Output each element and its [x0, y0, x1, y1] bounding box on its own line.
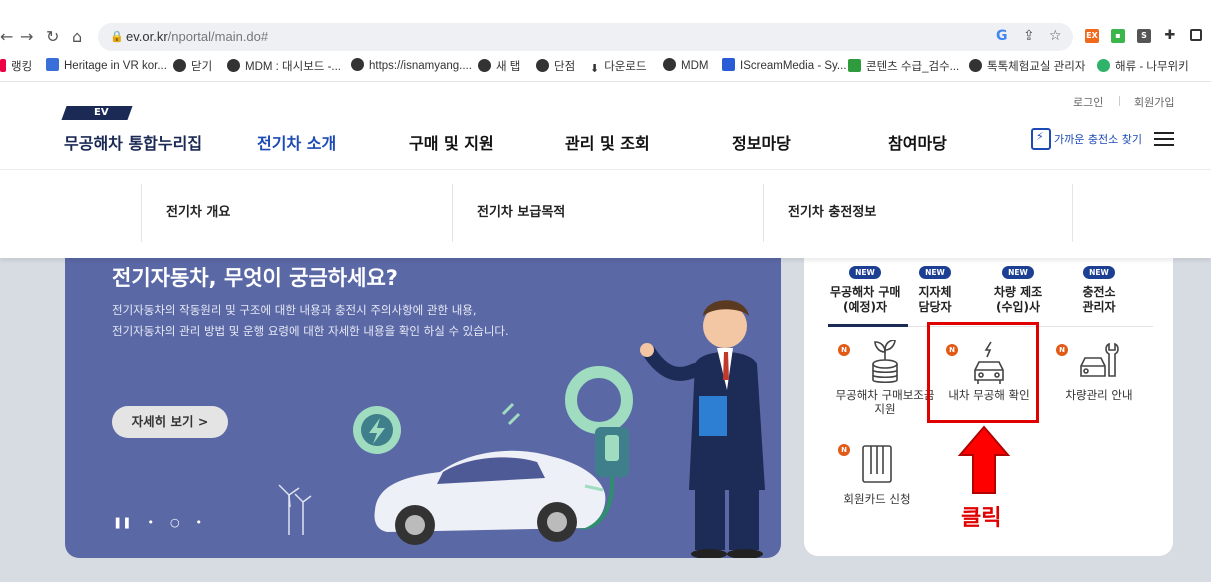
ev-illustration — [278, 300, 765, 558]
menu-icon[interactable] — [1154, 132, 1174, 146]
extension-green-icon[interactable]: ▪ — [1111, 29, 1125, 43]
banner-pager: ❚❚ • ○ • — [113, 516, 218, 529]
tab-buyer[interactable]: NEW 무공해차 구매 (예정)자 — [830, 266, 900, 315]
back-icon[interactable]: ← — [0, 27, 13, 47]
extension-s-icon[interactable]: S — [1137, 29, 1151, 43]
bookmark-item[interactable]: 톡톡체험교실 관리자 — [969, 58, 1085, 74]
submenu-item-charging[interactable]: 전기차 충전정보 — [788, 201, 876, 220]
gnb-item-participate[interactable]: 참여마당 — [888, 130, 947, 154]
bookmark-item[interactable]: 해류 - 나무위키 — [1097, 58, 1189, 74]
bookmark-item[interactable]: https://isnamyang.... — [351, 58, 472, 72]
gnb-item-manage[interactable]: 관리 및 조회 — [565, 130, 650, 154]
n-badge: N — [838, 444, 850, 456]
bookmark-item[interactable]: MDM : 대시보드 -... — [227, 58, 341, 74]
submenu-item-purpose[interactable]: 전기차 보급목적 — [477, 201, 565, 220]
browser-chrome: ← → ↻ ⌂ 🔒 ev.or.kr/nportal/main.do# G ⇪ … — [0, 0, 1211, 82]
new-badge: NEW — [1083, 266, 1115, 279]
gnb-item-info[interactable]: 정보마당 — [732, 130, 791, 154]
bookmark-item[interactable]: Heritage in VR kor... — [46, 58, 167, 72]
signup-link[interactable]: 회원가입 — [1134, 94, 1174, 110]
logo-badge: EV — [61, 106, 133, 120]
util-divider — [1119, 96, 1120, 106]
gnb-item-purchase[interactable]: 구매 및 지원 — [409, 130, 494, 154]
n-badge: N — [838, 344, 850, 356]
new-badge: NEW — [849, 266, 881, 279]
active-tab-indicator — [828, 324, 908, 327]
login-link[interactable]: 로그인 — [1073, 94, 1103, 110]
address-bar[interactable]: 🔒 ev.or.kr/nportal/main.do# G ⇪ ☆ — [98, 23, 1073, 51]
find-charger-link[interactable]: 가까운 충전소 찾기 — [1031, 128, 1142, 150]
pause-icon[interactable]: ❚❚ — [113, 516, 131, 529]
service-vehicle-management[interactable]: N 차량관리 안내 — [1044, 340, 1154, 402]
new-badge: NEW — [1002, 266, 1034, 279]
submenu-item-overview[interactable]: 전기차 개요 — [166, 201, 230, 220]
charger-icon — [1031, 128, 1051, 150]
highlight-box — [927, 322, 1039, 423]
n-badge: N — [1056, 344, 1068, 356]
share-icon[interactable]: ⇪ — [1023, 28, 1035, 44]
pager-dot[interactable]: • — [196, 516, 203, 529]
google-icon[interactable]: G — [996, 28, 1008, 44]
url-text: ev.or.kr/nportal/main.do# — [126, 29, 269, 44]
pager-dot-active[interactable]: ○ — [170, 516, 180, 529]
service-member-card[interactable]: N 회원카드 신청 — [822, 440, 932, 506]
click-annotation-label: 클릭 — [961, 506, 1002, 531]
banner-detail-button[interactable]: 자세히 보기 > — [112, 406, 228, 438]
gnb-item-ev-intro[interactable]: 전기차 소개 — [257, 130, 336, 154]
lock-icon: 🔒 — [110, 30, 124, 43]
forward-icon[interactable]: → — [20, 27, 33, 47]
bookmark-item[interactable]: 랭킹 — [0, 58, 32, 74]
star-icon[interactable]: ☆ — [1049, 28, 1062, 44]
home-icon[interactable]: ⌂ — [72, 27, 82, 47]
bookmark-item[interactable]: 단점 — [536, 58, 575, 74]
extension-ex-icon[interactable]: EX — [1085, 29, 1099, 43]
bookmark-item[interactable]: IScreamMedia - Sy... — [722, 58, 847, 72]
coin-plant-icon — [872, 340, 898, 384]
extensions-puzzle-icon[interactable]: ✚ — [1163, 29, 1177, 43]
tab-local-gov[interactable]: NEW 지자체 담당자 — [910, 266, 960, 315]
reload-icon[interactable]: ↻ — [46, 27, 59, 47]
submenu-dropdown: 전기차 개요 전기차 보급목적 전기차 충전정보 — [0, 170, 1211, 258]
member-card-icon — [862, 445, 892, 483]
new-badge: NEW — [919, 266, 951, 279]
bookmark-item[interactable]: MDM — [663, 58, 708, 72]
bookmark-item[interactable]: 새 탭 — [478, 58, 520, 74]
car-wrench-icon — [1080, 342, 1119, 377]
bookmark-item[interactable]: ⬇ 다운로드 — [590, 58, 647, 75]
site-header: EV 무공해차 통합누리집 전기차 소개 구매 및 지원 관리 및 조회 정보마… — [0, 82, 1211, 170]
bookmarks-bar: 랭킹 Heritage in VR kor... 닫기 MDM : 대시보드 -… — [0, 56, 1211, 76]
main-banner: 전기자동차, 무엇이 궁금하세요? 전기자동차의 작동원리 및 구조에 대한 내… — [65, 240, 781, 558]
up-arrow-icon — [958, 425, 1010, 494]
bookmark-item[interactable]: 닫기 — [173, 58, 212, 74]
bookmark-item[interactable]: 콘텐츠 수급_검수... — [848, 58, 959, 74]
tab-charger-admin[interactable]: NEW 충전소 관리자 — [1074, 266, 1124, 315]
tab-manufacturer[interactable]: NEW 차량 제조 (수입)사 — [988, 266, 1048, 315]
logo-text: 무공해차 통합누리집 — [64, 134, 203, 153]
pager-dot[interactable]: • — [147, 516, 154, 529]
site-logo[interactable]: EV 무공해차 통합누리집 — [61, 106, 203, 154]
sidepanel-icon[interactable] — [1190, 29, 1202, 41]
